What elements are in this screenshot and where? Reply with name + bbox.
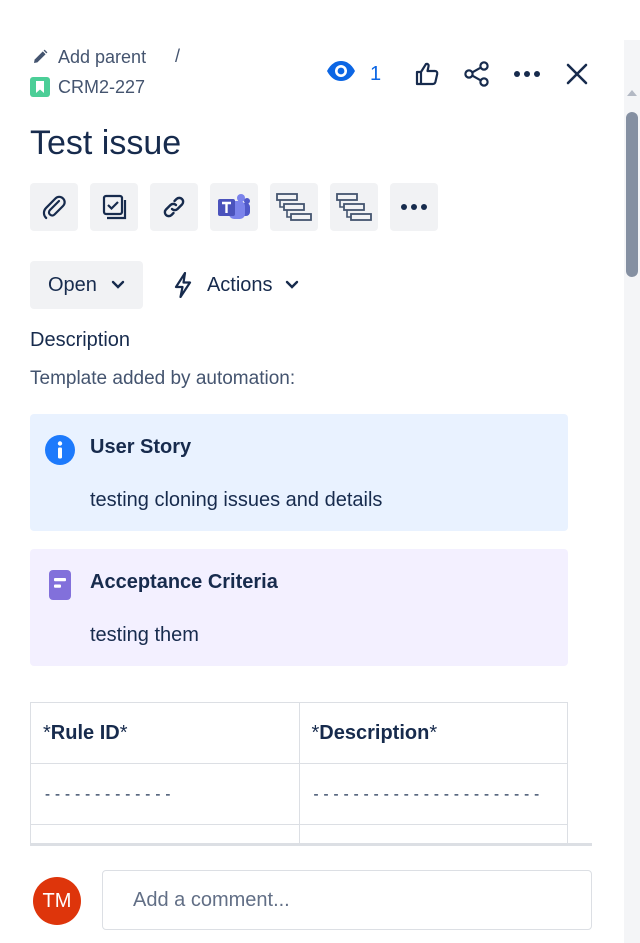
status-row: Open Actions bbox=[30, 261, 299, 309]
issue-toolbar bbox=[30, 183, 450, 231]
panel-title: User Story bbox=[90, 436, 192, 458]
more-icon bbox=[401, 204, 427, 210]
close-icon bbox=[566, 63, 588, 85]
checklist-button[interactable] bbox=[90, 183, 138, 231]
note-icon bbox=[44, 569, 76, 601]
story-icon bbox=[30, 77, 50, 97]
attach-button[interactable] bbox=[30, 183, 78, 231]
actions-dropdown[interactable]: Actions bbox=[173, 261, 299, 309]
gantt-button-2[interactable] bbox=[330, 183, 378, 231]
chevron-down-icon bbox=[111, 280, 125, 289]
add-parent-label: Add parent bbox=[58, 46, 147, 67]
more-apps-button[interactable] bbox=[390, 183, 438, 231]
actions-label: Actions bbox=[206, 273, 273, 296]
table-header-cell: *Description* bbox=[298, 702, 568, 764]
thumbs-up-icon bbox=[416, 62, 439, 86]
table-cell: ------------- bbox=[30, 763, 300, 825]
issue-title[interactable]: Test issue bbox=[30, 124, 181, 163]
table-row: ------------- ----------------------- bbox=[30, 763, 568, 825]
share-button[interactable] bbox=[459, 56, 495, 92]
more-icon bbox=[514, 71, 541, 77]
issue-key-link[interactable]: CRM2-227 bbox=[30, 76, 146, 98]
teams-button[interactable] bbox=[210, 183, 258, 231]
scrollbar[interactable] bbox=[624, 40, 640, 943]
link-issue-button[interactable] bbox=[150, 183, 198, 231]
table-cell: ----------------------- bbox=[298, 763, 568, 825]
table-header-cell: *Rule ID* bbox=[30, 702, 300, 764]
lightning-bolt-icon bbox=[174, 272, 192, 298]
issue-key: CRM2-227 bbox=[58, 76, 146, 97]
add-parent-link[interactable]: Add parent bbox=[30, 46, 146, 68]
table-header-row: *Rule ID* *Description* bbox=[30, 702, 568, 764]
link-icon bbox=[163, 196, 185, 218]
watchers-count: 1 bbox=[370, 62, 382, 85]
pencil-icon bbox=[30, 47, 50, 67]
panel-title: Acceptance Criteria bbox=[90, 571, 278, 593]
gantt-button[interactable] bbox=[270, 183, 318, 231]
info-panel[interactable]: User Story testing cloning issues and de… bbox=[30, 414, 568, 531]
panel-body: testing cloning issues and details bbox=[90, 489, 383, 511]
gantt-icon bbox=[276, 193, 312, 221]
scroll-up-arrow-icon[interactable] bbox=[627, 90, 637, 96]
issue-header-actions: 1 bbox=[326, 56, 609, 92]
breadcrumb-separator: / bbox=[175, 46, 181, 66]
eye-icon bbox=[326, 60, 356, 88]
more-actions-button[interactable] bbox=[509, 56, 545, 92]
panel-body: testing them bbox=[90, 624, 199, 646]
teams-icon bbox=[218, 194, 250, 219]
gantt-icon bbox=[336, 193, 372, 221]
share-icon bbox=[464, 61, 489, 87]
checklist-icon bbox=[102, 194, 127, 220]
close-button[interactable] bbox=[559, 56, 595, 92]
status-label: Open bbox=[48, 273, 97, 296]
chevron-down-icon bbox=[285, 280, 298, 289]
description-heading: Description bbox=[30, 329, 131, 351]
like-button[interactable] bbox=[409, 56, 445, 92]
attachment-icon bbox=[42, 195, 66, 220]
breadcrumb: Add parent CRM2-227 / bbox=[30, 46, 180, 98]
status-dropdown[interactable]: Open bbox=[30, 261, 143, 309]
comment-input[interactable] bbox=[102, 870, 592, 930]
avatar[interactable]: TM bbox=[33, 877, 81, 925]
scroll-thumb[interactable] bbox=[626, 112, 638, 277]
description-intro[interactable]: Template added by automation: bbox=[30, 368, 295, 390]
info-icon bbox=[44, 434, 76, 466]
watch-button[interactable]: 1 bbox=[326, 60, 381, 88]
note-panel[interactable]: Acceptance Criteria testing them bbox=[30, 549, 568, 666]
